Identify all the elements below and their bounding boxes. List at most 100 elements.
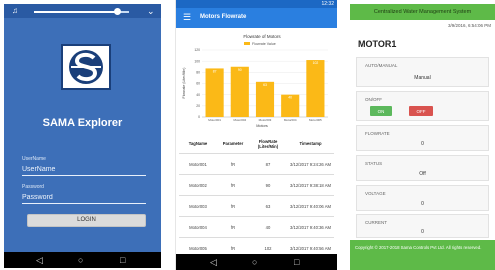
app-bar: ☰ Motors Flowrate (176, 8, 337, 28)
timestamp-cell: 3/12/2017 9:40:36 AM (290, 225, 331, 230)
y-tick-label: 60 (196, 82, 200, 86)
status-bar: ♫ ⌄ (4, 4, 161, 18)
auto-manual-panel: AUTO/MANUAL Manual (356, 57, 489, 87)
menu-icon[interactable]: ☰ (183, 12, 191, 23)
y-tick-label: 40 (196, 93, 200, 97)
chart-title: Flowrate of Motors (243, 34, 281, 39)
motor-title: MOTOR1 (358, 39, 397, 49)
on-off-panel: ON/OFF ON OFF (356, 91, 489, 121)
tagname-cell: Motor002 (189, 183, 207, 188)
timestamp-cell: 3/12/2017 9:38:18 AM (290, 183, 331, 188)
back-icon[interactable]: ◁ (210, 257, 217, 267)
table-header-row: TagName Parameter FlowRate (Liter/Min) T… (179, 133, 334, 154)
data-label: 102 (313, 61, 319, 65)
table-row[interactable]: Motor004 fR 40 3/12/2017 9:40:36 AM (179, 217, 334, 238)
back-icon[interactable]: ◁ (36, 255, 43, 265)
android-nav-bar: ◁ ○ □ (176, 254, 337, 270)
datetime: 3/9/2016, 6:54:06 PM (447, 23, 491, 28)
panel-label: ON/OFF (365, 97, 382, 102)
bar-motor003[interactable] (255, 81, 275, 117)
flowrate-cell: 63 (265, 204, 271, 209)
current-panel: CURRENT 0 (356, 214, 489, 238)
parameter-cell: fR (230, 162, 236, 167)
panel-value: Off (419, 171, 426, 177)
bar-motor005[interactable] (306, 60, 325, 117)
home-icon[interactable]: ○ (78, 255, 83, 265)
flowrate-cell: 90 (265, 183, 271, 188)
system-header: Centralized Water Management System (350, 4, 495, 20)
panel-value: 0 (421, 229, 424, 235)
tagname-cell: Motor001 (189, 162, 207, 167)
sama-logo (61, 44, 111, 90)
brightness-slider-knob[interactable] (114, 8, 122, 15)
bell-icon: ♫ (12, 6, 18, 15)
panel-label: AUTO/MANUAL (365, 63, 398, 68)
username-field[interactable] (22, 164, 146, 176)
y-tick-label: 80 (196, 71, 200, 75)
voltage-panel: VOLTAGE 0 (356, 185, 489, 211)
column-header: Timestamp (299, 141, 322, 146)
x-tick-label: Motor001 (208, 118, 221, 122)
tagname-cell: Motor004 (189, 225, 207, 230)
app-name: SAMA Explorer (42, 117, 123, 129)
login-screen: ♫ ⌄ SAMA Explorer UserName Password LOGI… (4, 4, 161, 268)
copyright-footer: Copyright © 2017-2018 Sama Controls Pvt … (350, 240, 495, 270)
x-tick-label: Motor002 (233, 118, 246, 122)
data-label: 87 (213, 69, 217, 73)
column-header: TagName (188, 141, 208, 146)
parameter-cell: fR (230, 183, 236, 188)
panel-label: VOLTAGE (365, 191, 386, 196)
data-label: 63 (263, 83, 267, 87)
off-button[interactable]: OFF (409, 106, 433, 116)
password-field[interactable] (22, 192, 146, 204)
table-row[interactable]: Motor003 fR 63 3/12/2017 9:40:06 AM (179, 196, 334, 217)
panel-label: FLOWRATE (365, 131, 390, 136)
page-title: Motors Flowrate (200, 14, 247, 20)
table-row[interactable]: Motor002 fR 90 3/12/2017 9:38:18 AM (179, 175, 334, 196)
panel-value: 0 (421, 141, 424, 147)
tagname-cell: Motor003 (189, 204, 207, 209)
bar-motor002[interactable] (230, 66, 249, 117)
column-header: Parameter (222, 141, 244, 146)
password-label: Password (22, 184, 44, 190)
panel-label: STATUS (365, 161, 383, 166)
y-tick-label: 0 (198, 115, 200, 119)
bar-motor001[interactable] (205, 68, 224, 117)
parameter-cell: fR (230, 225, 236, 230)
flowrate-cell: 87 (265, 162, 271, 167)
legend-swatch (244, 42, 250, 45)
panel-label: CURRENT (365, 220, 387, 225)
column-header: FlowRate (Liter/Min) (257, 138, 279, 149)
timestamp-cell: 3/12/2017 9:40:06 AM (290, 204, 331, 209)
panel-value: Manual (414, 75, 431, 81)
parameter-cell: fR (230, 204, 236, 209)
flowrate-panel: FLOWRATE 0 (356, 125, 489, 151)
status-panel: STATUS Off (356, 155, 489, 181)
login-button[interactable]: LOGIN (27, 214, 146, 227)
flowrate-cell: 40 (265, 225, 271, 230)
flowrate-screen: 12:32 ☰ Motors Flowrate Flowrate of Moto… (175, 0, 337, 270)
on-button[interactable]: ON (370, 106, 392, 116)
timestamp-cell: 3/12/2017 9:24:26 AM (290, 162, 331, 167)
y-axis-label: Flowrate (Liter/Min) (182, 68, 186, 99)
flowrate-bar-chart: Flowrate of Motors Flowrate Value Flowra… (182, 34, 328, 128)
data-label: 40 (288, 96, 292, 100)
data-label: 90 (238, 68, 242, 72)
recents-icon[interactable]: □ (294, 257, 299, 267)
x-tick-label: Motor005 (309, 118, 322, 122)
legend-label: Flowrate Value (252, 42, 276, 46)
status-time: 12:32 (321, 1, 334, 7)
android-nav-bar: ◁ ○ □ (4, 252, 161, 268)
x-axis-label: Motors (256, 124, 268, 128)
y-tick-label: 120 (194, 48, 200, 52)
table-row[interactable]: Motor001 fR 87 3/12/2017 9:24:26 AM (179, 154, 334, 175)
x-tick-label: Motor003 (259, 118, 272, 122)
status-bar: 12:32 (176, 0, 337, 8)
home-icon[interactable]: ○ (252, 257, 257, 267)
chevron-down-icon[interactable]: ⌄ (147, 6, 155, 16)
recents-icon[interactable]: □ (120, 255, 125, 265)
motor-detail-screen: Centralized Water Management System 3/9/… (350, 4, 495, 270)
y-tick-label: 100 (194, 59, 200, 63)
panel-value: 0 (421, 201, 424, 207)
y-tick-label: 20 (196, 104, 200, 108)
